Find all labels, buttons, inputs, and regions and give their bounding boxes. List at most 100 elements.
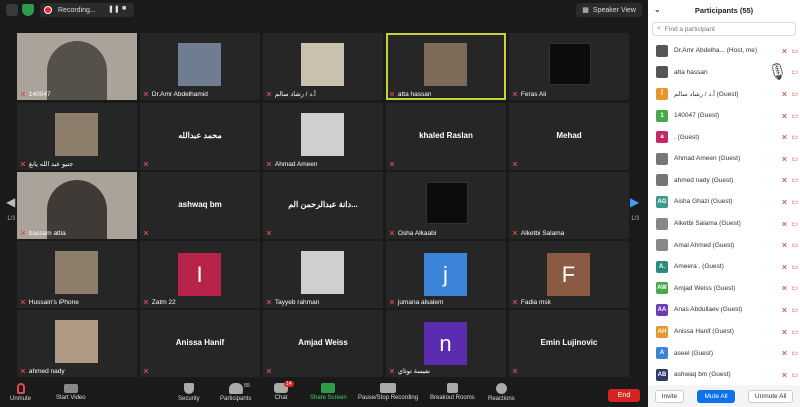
end-meeting-button[interactable]: End: [608, 389, 640, 402]
video-tile[interactable]: Amjad Weiss ⨯: [263, 310, 383, 377]
participant-row[interactable]: AH Anissa Hanif (Guest) ⨯ ▭: [648, 321, 800, 343]
video-tile[interactable]: ⨯ Hussain's iPhone: [17, 241, 137, 308]
video-tile[interactable]: ⨯ Feras Ali: [509, 33, 629, 100]
muted-mic-icon: [16, 383, 25, 394]
mute-all-button[interactable]: Mute All: [697, 389, 735, 403]
video-tile[interactable]: ⨯ Alketbi Salama: [509, 172, 629, 239]
participant-row[interactable]: ahmed nady (Guest) ⨯ ▭: [648, 170, 800, 192]
video-tile[interactable]: I ⨯ Zatm 22: [140, 241, 260, 308]
video-tile[interactable]: Emin Lujinovic ⨯: [509, 310, 629, 377]
video-tile[interactable]: j ⨯ jumana alsalem: [386, 241, 506, 308]
participant-row[interactable]: Dr.Amr Abdelha... (Host, me) ⨯ ▭: [648, 40, 800, 62]
participants-button[interactable]: 55 Participants: [220, 383, 251, 402]
video-tile[interactable]: ⨯ أ.د / رشاد سالم: [263, 33, 383, 100]
participant-status: ⨯ ▭: [782, 349, 800, 357]
muted-mic-icon: ⨯: [389, 230, 395, 237]
video-tile[interactable]: ⨯ Dr.Amr Abdelhamid: [140, 33, 260, 100]
tile-label: ⨯ Ahmad Ameen: [266, 160, 318, 169]
participant-row[interactable]: Alketbi Salama (Guest) ⨯ ▭: [648, 213, 800, 235]
tile-label: ⨯ جنيو عبد الله يانغ: [20, 160, 73, 168]
video-off-icon: ▭: [791, 328, 798, 336]
tile-label: ⨯ أ.د / رشاد سالم: [266, 90, 316, 98]
participant-row[interactable]: atta hassan 🎙 ▭: [648, 62, 800, 84]
video-tile[interactable]: Mehad ⨯: [509, 103, 629, 170]
start-video-button[interactable]: Start Video: [56, 383, 86, 401]
stop-recording-icon[interactable]: ■: [122, 5, 126, 12]
participant-avatar: [656, 152, 668, 165]
participant-search[interactable]: ⌕: [652, 22, 796, 36]
video-tile[interactable]: دانة عبدالرحمن الم... ⨯: [263, 172, 383, 239]
panel-footer: Invite Mute All Unmute All: [648, 385, 800, 407]
video-tile[interactable]: ⨯ 140047: [17, 33, 137, 100]
participant-row[interactable]: أ أ.د / رشاد سالم (Guest) ⨯ ▭: [648, 83, 800, 105]
participant-name: Emin Lujinovic: [540, 338, 598, 347]
chevron-down-icon[interactable]: ⌄: [654, 5, 661, 14]
participant-row[interactable]: AW Amjad Weiss (Guest) ⨯ ▭: [648, 278, 800, 300]
pause-stop-recording-button[interactable]: Pause/Stop Recording: [358, 383, 418, 401]
video-tile[interactable]: ⨯ جنيو عبد الله يانغ: [17, 103, 137, 170]
security-label: Security: [178, 396, 200, 402]
tile-label: ⨯ bassam attia: [20, 229, 66, 238]
tile-label: ⨯ atta hassan: [389, 90, 431, 99]
muted-mic-icon: ⨯: [781, 285, 788, 293]
profile-logo: [426, 182, 468, 224]
video-tile[interactable]: ⨯ Tayyeb rahman: [263, 241, 383, 308]
breakout-rooms-button[interactable]: Breakout Rooms: [430, 383, 475, 401]
video-tile[interactable]: ⨯ atta hassan: [386, 33, 506, 100]
video-tile[interactable]: محمد عبدالله ⨯: [140, 103, 260, 170]
video-tile[interactable]: ⨯ bassam attia: [17, 172, 137, 239]
tile-label: ⨯ 140047: [20, 90, 51, 99]
participant-row[interactable]: 1 140047 (Guest) ⨯ ▭: [648, 105, 800, 127]
unmute-all-button[interactable]: Unmute All: [747, 389, 794, 403]
meeting-toolbar: Unmute Start Video Security 55 Participa…: [0, 380, 648, 407]
tile-label: ⨯: [143, 367, 152, 375]
search-input[interactable]: [664, 25, 785, 33]
video-tile[interactable]: ⨯ ahmed nady: [17, 310, 137, 377]
participant-row[interactable]: AB ashwaq bm (Guest) ⨯ ▭: [648, 364, 800, 386]
video-off-icon: ▭: [791, 134, 798, 142]
participant-status: ⨯ ▭: [782, 241, 800, 249]
participant-row[interactable]: AA Anas Abdullaev (Guest) ⨯ ▭: [648, 299, 800, 321]
participant-row[interactable]: Aaseel (Guest) ⨯ ▭: [648, 342, 800, 364]
muted-mic-icon: ⨯: [20, 161, 26, 168]
participant-row[interactable]: a. (Guest) ⨯ ▭: [648, 126, 800, 148]
shield-icon[interactable]: [22, 4, 34, 16]
reactions-button[interactable]: Reactions: [488, 383, 515, 402]
tile-name: Fadia msk: [520, 298, 551, 306]
security-button[interactable]: Security: [178, 383, 200, 402]
participant-name: Amjad Weiss: [298, 338, 348, 347]
next-page-icon[interactable]: ▶: [630, 195, 639, 209]
tile-name: Dr.Amr Abdelhamid: [151, 90, 208, 98]
video-off-icon: ▭: [791, 177, 798, 185]
participant-row[interactable]: Ahmad Ameen (Guest) ⨯ ▭: [648, 148, 800, 170]
video-tile[interactable]: Anissa Hanif ⨯: [140, 310, 260, 377]
share-screen-button[interactable]: Share Screen: [310, 383, 347, 401]
speaker-view-button[interactable]: ▦ Speaker View: [576, 3, 642, 17]
video-tile[interactable]: ⨯ Osha Alkaabi: [386, 172, 506, 239]
top-bar: Recording... ❚❚ ■ ▦ Speaker View: [0, 0, 648, 20]
video-tile[interactable]: khaled Raslan ⨯: [386, 103, 506, 170]
tile-label: ⨯ Dr.Amr Abdelhamid: [143, 90, 208, 99]
invite-button[interactable]: Invite: [654, 389, 685, 403]
pause-stop-label: Pause/Stop Recording: [358, 395, 419, 401]
video-tile[interactable]: n ⨯ نفيسة توثاي: [386, 310, 506, 377]
muted-mic-icon: ⨯: [143, 91, 149, 98]
participant-row[interactable]: Amal Ahmed (Guest) ⨯ ▭: [648, 234, 800, 256]
tile-label: ⨯: [389, 160, 398, 168]
video-tile[interactable]: ⨯ Ahmad Ameen: [263, 103, 383, 170]
info-icon[interactable]: [6, 4, 18, 16]
previous-page-icon[interactable]: ◀: [6, 195, 15, 209]
participant-avatar: [656, 239, 668, 252]
profile-photo: [55, 113, 98, 156]
unmute-button[interactable]: Unmute: [10, 383, 31, 402]
participant-row[interactable]: A. Ameera . (Guest) ⨯ ▭: [648, 256, 800, 278]
chat-button[interactable]: 14 Chat: [274, 381, 294, 401]
participant-status: ⨯ ▭: [782, 263, 800, 271]
search-icon: ⌕: [657, 25, 661, 32]
pause-recording-icon[interactable]: ❚❚: [108, 5, 120, 13]
video-tile[interactable]: F ⨯ Fadia msk: [509, 241, 629, 308]
participant-row[interactable]: AG Aisha Ghazi (Guest) ⨯ ▭: [648, 191, 800, 213]
muted-mic-icon: ⨯: [781, 306, 788, 314]
video-tile[interactable]: ashwaq bm ⨯: [140, 172, 260, 239]
participant-avatar: A: [656, 347, 668, 360]
